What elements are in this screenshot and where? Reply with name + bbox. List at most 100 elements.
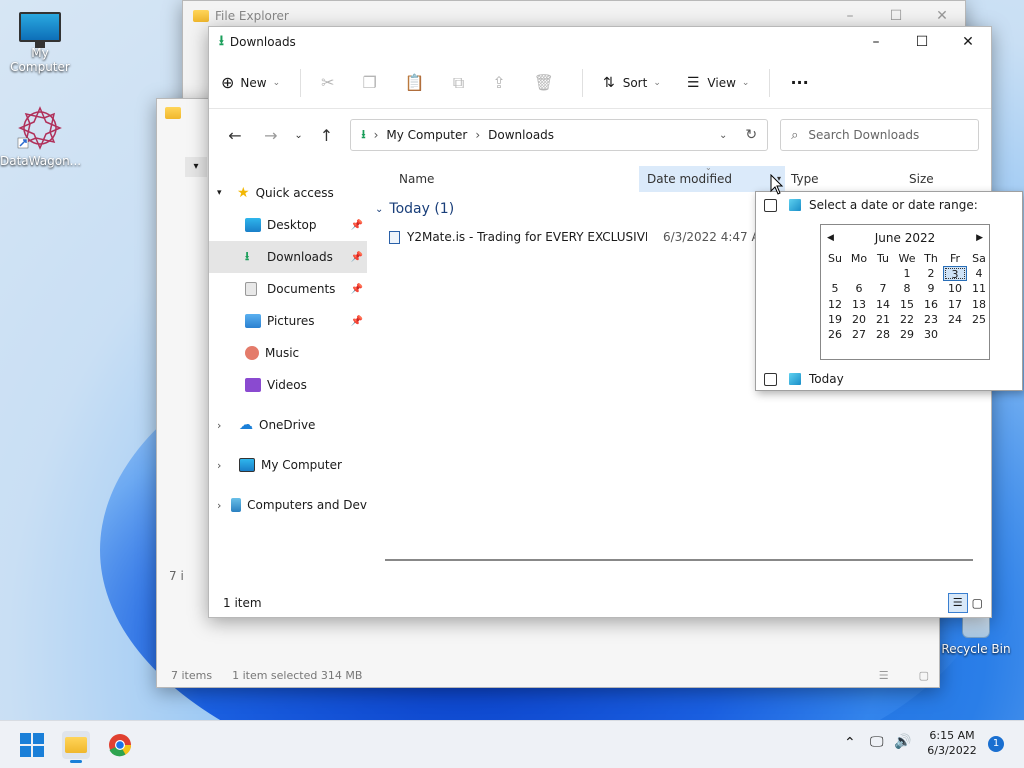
calendar-day[interactable]: 12: [823, 297, 847, 312]
today-option[interactable]: Today: [764, 372, 844, 386]
date-range-checkbox[interactable]: [764, 198, 777, 212]
nav-item-onedrive[interactable]: › ☁ OneDrive: [209, 409, 367, 441]
share-icon[interactable]: ⇪: [492, 73, 505, 92]
calendar-day[interactable]: 26: [823, 327, 847, 342]
nav-item-documents[interactable]: Documents 📌: [209, 273, 367, 305]
calendar-day[interactable]: 30: [919, 327, 943, 342]
calendar-day[interactable]: 13: [847, 297, 871, 312]
calendar-day[interactable]: 29: [895, 327, 919, 342]
column-header-type[interactable]: Type: [791, 172, 909, 186]
pin-icon[interactable]: 📌: [351, 252, 363, 263]
view-button[interactable]: ☰ View ⌄: [687, 67, 750, 99]
nav-item-quick-access[interactable]: ▾ ★ Quick access: [209, 177, 367, 209]
calendar-day[interactable]: 20: [847, 312, 871, 327]
details-view-icon[interactable]: ☰: [879, 669, 889, 682]
nav-label: Music: [265, 346, 300, 360]
delete-icon[interactable]: 🗑: [534, 73, 554, 92]
rename-icon[interactable]: ⧉: [453, 73, 464, 93]
search-input[interactable]: ⌕ Search Downloads: [780, 119, 980, 151]
taskbar: ⌃ 🖵 🔊 6:15 AM 6/3/2022 1: [0, 720, 1024, 768]
pin-icon[interactable]: 📌: [351, 284, 363, 295]
column-header-size[interactable]: Size: [909, 172, 969, 186]
close-button[interactable]: ✕: [945, 27, 991, 57]
show-hidden-icons-button[interactable]: ⌃: [844, 735, 856, 751]
network-icon[interactable]: 🖵: [870, 734, 884, 750]
address-dropdown-icon[interactable]: ⌄: [719, 130, 727, 141]
calendar-day[interactable]: 22: [895, 312, 919, 327]
forward-button[interactable]: →: [257, 126, 285, 145]
breadcrumb-downloads[interactable]: Downloads: [488, 128, 554, 142]
nav-item-desktop[interactable]: Desktop 📌: [209, 209, 367, 241]
nav-item-downloads[interactable]: ⭳ Downloads 📌: [209, 241, 367, 273]
new-button[interactable]: ⊕ New ⌄: [221, 67, 280, 99]
maximize-button[interactable]: ☐: [899, 27, 945, 57]
calendar-day[interactable]: 9: [919, 281, 943, 296]
tiles-view-icon[interactable]: ▢: [919, 669, 929, 682]
calendar-day[interactable]: 25: [967, 312, 991, 327]
calendar-day[interactable]: 2: [919, 266, 943, 281]
prev-month-button[interactable]: ◀: [827, 233, 834, 243]
taskbar-file-explorer[interactable]: [62, 731, 90, 763]
column-header-date-modified[interactable]: Date modified ⌄ ▾: [639, 163, 785, 192]
desktop-icon-datawagon[interactable]: DataWagon...: [0, 104, 81, 168]
calendar-day[interactable]: 23: [919, 312, 943, 327]
calendar-day[interactable]: 8: [895, 281, 919, 296]
recent-locations-button[interactable]: ⌄: [285, 130, 313, 141]
taskbar-chrome[interactable]: [106, 731, 134, 759]
paste-icon[interactable]: 📋: [405, 73, 425, 92]
calendar-day[interactable]: 21: [871, 312, 895, 327]
calendar-day[interactable]: 28: [871, 327, 895, 342]
calendar-day[interactable]: 4: [967, 266, 991, 281]
separator: [300, 68, 302, 97]
address-bar[interactable]: ⭳ › My Computer › Downloads ⌄ ↻: [350, 119, 769, 151]
date-range-option[interactable]: Select a date or date range:: [764, 198, 978, 212]
calendar-day[interactable]: 16: [919, 297, 943, 312]
minimize-button[interactable]: –: [853, 27, 899, 57]
calendar-day[interactable]: 1: [895, 266, 919, 281]
calendar-day[interactable]: 19: [823, 312, 847, 327]
calendar-day[interactable]: 24: [943, 312, 967, 327]
calendar-day[interactable]: 11: [967, 281, 991, 296]
desktop-icon-my-computer[interactable]: My Computer: [0, 12, 80, 74]
calendar-weekday: Mo: [850, 252, 868, 265]
sort-button[interactable]: ⇅ Sort ⌄: [603, 67, 661, 99]
start-button[interactable]: [18, 731, 46, 759]
chevron-down-icon[interactable]: ▾: [185, 157, 207, 177]
copy-icon[interactable]: ❐: [363, 73, 377, 92]
tiles-view-icon[interactable]: ▢: [972, 596, 983, 610]
cut-icon[interactable]: ✂: [321, 73, 334, 92]
nav-item-computers-devices[interactable]: › Computers and Dev: [209, 489, 367, 521]
calendar-day[interactable]: 5: [823, 281, 847, 296]
sort-indicator-icon: ⌄: [705, 163, 712, 172]
pin-icon[interactable]: 📌: [351, 316, 363, 327]
volume-icon[interactable]: 🔊: [894, 734, 911, 750]
calendar-day[interactable]: 3: [943, 266, 967, 282]
notification-badge[interactable]: 1: [988, 736, 1004, 752]
more-options-button[interactable]: ···: [790, 73, 808, 92]
horizontal-scrollbar[interactable]: [385, 559, 973, 561]
back-button[interactable]: ←: [221, 126, 249, 145]
today-label: Today: [809, 372, 844, 386]
breadcrumb-my-computer[interactable]: My Computer: [386, 128, 467, 142]
clock[interactable]: 6:15 AM 6/3/2022: [922, 728, 982, 758]
nav-item-videos[interactable]: Videos: [209, 369, 367, 401]
pin-icon[interactable]: 📌: [351, 220, 363, 231]
calendar-day[interactable]: 14: [871, 297, 895, 312]
today-checkbox[interactable]: [764, 372, 777, 386]
nav-item-pictures[interactable]: Pictures 📌: [209, 305, 367, 337]
calendar-day[interactable]: 27: [847, 327, 871, 342]
details-view-icon[interactable]: ☰: [947, 593, 968, 613]
calendar-day[interactable]: 6: [847, 281, 871, 296]
nav-item-my-computer[interactable]: › My Computer: [209, 449, 367, 481]
next-month-button[interactable]: ▶: [976, 233, 983, 243]
calendar-day[interactable]: 15: [895, 297, 919, 312]
up-button[interactable]: ↑: [313, 126, 341, 145]
calendar-day[interactable]: 10: [943, 281, 967, 296]
calendar-day[interactable]: 7: [871, 281, 895, 296]
refresh-icon[interactable]: ↻: [745, 127, 757, 143]
pictures-icon: [245, 314, 261, 328]
nav-item-music[interactable]: Music: [209, 337, 367, 369]
calendar-day[interactable]: 18: [967, 297, 991, 312]
calendar-day[interactable]: 17: [943, 297, 967, 312]
column-header-name[interactable]: Name: [399, 172, 639, 186]
